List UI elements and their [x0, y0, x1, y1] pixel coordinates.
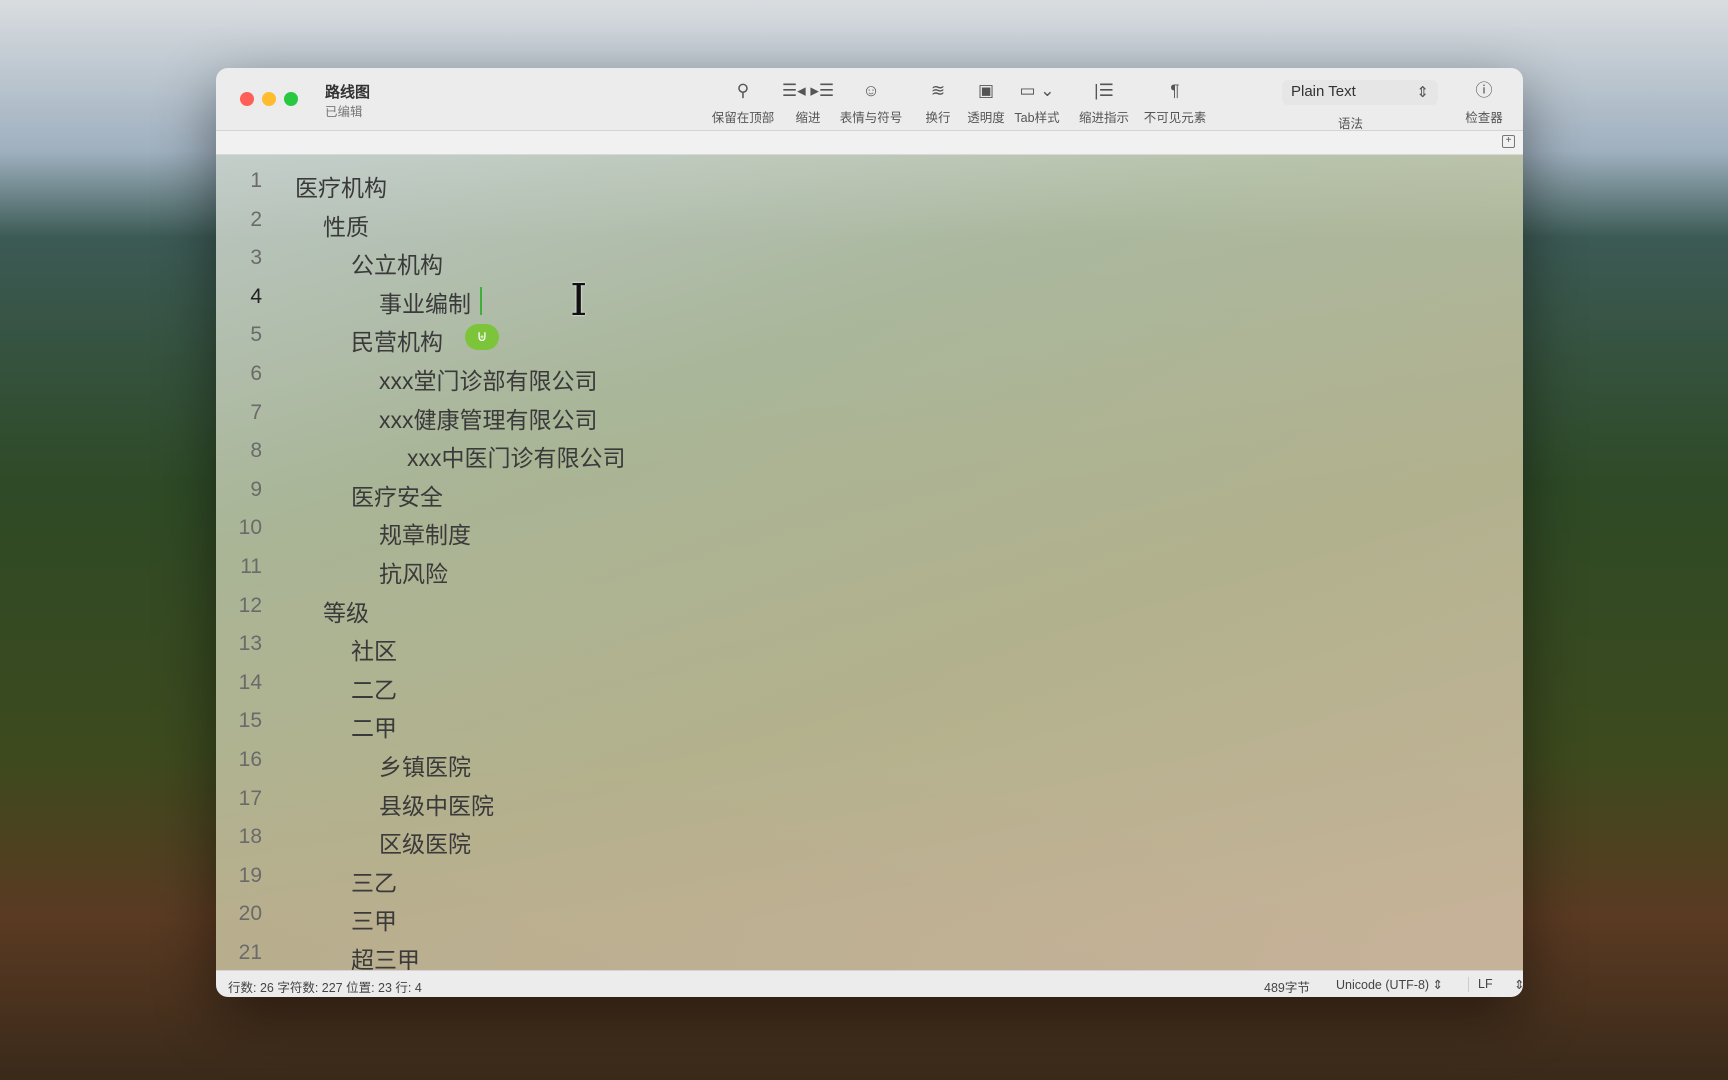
line-number: 5: [250, 323, 262, 347]
encoding-select[interactable]: Unicode (UTF-8) ⇕: [1336, 977, 1443, 992]
pilcrow-icon: ¶: [1170, 81, 1180, 100]
line-number: 11: [240, 555, 262, 578]
editor-line[interactable]: 16 乡镇医院: [216, 748, 1523, 786]
text-caret: [480, 286, 482, 315]
document-stats: 行数: 26 字符数: 227 位置: 23 行: 4: [228, 981, 422, 995]
toolbar-button-indent-guide[interactable]: |☰ 缩进指示: [1064, 80, 1144, 126]
syntax-value: Plain Text: [1291, 83, 1356, 100]
line-number: 3: [250, 246, 262, 270]
indent-guide-icon: |☰: [1094, 81, 1114, 100]
line-text: 超三甲: [351, 947, 420, 970]
split-editor-icon[interactable]: +: [1502, 135, 1515, 148]
line-text: 抗风险: [379, 561, 448, 587]
line-number: 19: [238, 863, 262, 887]
editor-line[interactable]: 21 超三甲: [216, 941, 1523, 970]
line-ending-value: LF: [1478, 977, 1493, 991]
chevron-updown-icon: ⇕: [1416, 84, 1429, 101]
close-button[interactable]: [240, 92, 254, 106]
line-number: 17: [238, 786, 262, 810]
line-text: xxx堂门诊部有限公司: [379, 368, 598, 394]
line-number: 20: [238, 902, 262, 926]
line-text: 性质: [323, 213, 369, 240]
navigation-bar: +: [216, 131, 1523, 155]
line-text: 民营机构: [351, 329, 443, 356]
editor-line[interactable]: 11 抗风险: [216, 555, 1523, 593]
line-text: 县级中医院: [379, 792, 494, 819]
line-text: 事业编制: [379, 290, 471, 317]
line-number: 14: [238, 670, 262, 694]
toolbar-label: 检查器: [1465, 111, 1503, 125]
syntax-select[interactable]: Plain Text ⇕: [1282, 80, 1438, 105]
line-number: 10: [238, 516, 262, 540]
editor-line[interactable]: 9 医疗安全: [216, 478, 1523, 516]
line-number: 8: [250, 439, 262, 463]
line-text: 公立机构: [351, 252, 443, 279]
editor-line[interactable]: 2 性质: [216, 208, 1523, 246]
line-text: 二乙: [351, 676, 397, 703]
toolbar-button-info[interactable]: ⓘ 检查器: [1444, 80, 1523, 126]
document-title: 路线图: [325, 84, 371, 101]
editor-line[interactable]: 10 规章制度: [216, 516, 1523, 554]
line-number: 7: [250, 400, 262, 424]
editor-line[interactable]: 20 三甲: [216, 902, 1523, 940]
line-number: 18: [238, 825, 262, 849]
line-number: 15: [238, 709, 262, 733]
line-ending-select[interactable]: LF ⇕: [1478, 977, 1523, 992]
line-number: 16: [238, 748, 262, 771]
status-bar: 行数: 26 字符数: 227 位置: 23 行: 4 489字节 Unicod…: [216, 970, 1523, 997]
byte-count: 489字节: [1264, 981, 1310, 995]
line-number: 6: [250, 362, 262, 385]
toolbar-label: 缩进指示: [1078, 111, 1129, 125]
toolbar-button-pilcrow[interactable]: ¶ 不可见元素: [1135, 80, 1215, 126]
input-method-icon: ⊎: [465, 324, 499, 351]
editor-line[interactable]: 19 三乙: [216, 864, 1523, 902]
encoding-value: Unicode (UTF-8): [1336, 978, 1430, 992]
syntax-label: 语法: [1338, 117, 1364, 131]
text-editor[interactable]: 1 医疗机构 2 性质 3 公立机构 4 事业编制 5 民营机构 ⊎ 6 xxx堂门诊部有限公司 7 xxx…: [216, 155, 1523, 970]
line-number: 1: [250, 169, 262, 192]
editor-line[interactable]: 5 民营机构 ⊎: [216, 323, 1523, 361]
toolbar-label: 不可见元素: [1143, 111, 1207, 125]
line-text: 三乙: [351, 869, 397, 896]
line-text: 医疗安全: [351, 483, 443, 510]
line-text: 社区: [351, 638, 397, 665]
editor-line[interactable]: 18 区级医院: [216, 825, 1523, 863]
line-text: 区级医院: [379, 831, 471, 858]
line-number: 4: [250, 284, 262, 308]
editor-line[interactable]: 17 县级中医院: [216, 787, 1523, 825]
line-number: 9: [250, 477, 262, 501]
editor-line[interactable]: 8 xxx中医门诊有限公司: [216, 439, 1523, 477]
line-number: 12: [238, 593, 262, 617]
editor-line[interactable]: 7 xxx健康管理有限公司: [216, 401, 1523, 439]
minimize-button[interactable]: [262, 92, 276, 106]
i-beam-cursor-icon: I: [570, 275, 588, 326]
line-text: 乡镇医院: [379, 754, 471, 780]
line-text: xxx中医门诊有限公司: [407, 445, 626, 472]
line-text: 等级: [323, 599, 369, 626]
divider: [1468, 977, 1469, 992]
line-number: 2: [250, 207, 262, 231]
line-text: 规章制度: [379, 522, 471, 549]
editor-line[interactable]: 12 等级: [216, 594, 1523, 632]
editor-line[interactable]: 6 xxx堂门诊部有限公司: [216, 362, 1523, 400]
editor-line[interactable]: 14 二乙: [216, 671, 1523, 709]
info-icon: ⓘ: [1475, 81, 1493, 100]
editor-line[interactable]: 13 社区: [216, 632, 1523, 670]
line-text: 医疗机构: [295, 175, 387, 201]
editor-line[interactable]: 3 公立机构: [216, 246, 1523, 284]
zoom-button[interactable]: [284, 92, 298, 106]
line-text: 三甲: [351, 908, 397, 935]
document-status: 已编辑: [325, 105, 363, 119]
editor-line[interactable]: 4 事业编制: [216, 285, 1523, 323]
line-number: 21: [238, 941, 262, 964]
line-text: 二甲: [351, 715, 397, 742]
line-number: 13: [238, 632, 262, 656]
editor-window: 路线图 已编辑 ⚲ 保留在顶部 ☰◂ ▸☰ 缩进 ☺ 表情与符号 ≋ 换行 ▣ 透明度 ▭ ⌄ Tab…: [216, 68, 1523, 997]
editor-line[interactable]: 15 二甲: [216, 709, 1523, 747]
toolbar: 路线图 已编辑 ⚲ 保留在顶部 ☰◂ ▸☰ 缩进 ☺ 表情与符号 ≋ 换行 ▣ 透明度 ▭ ⌄ Tab…: [216, 68, 1523, 131]
line-text: xxx健康管理有限公司: [379, 406, 598, 433]
editor-line[interactable]: 1 医疗机构: [216, 169, 1523, 207]
